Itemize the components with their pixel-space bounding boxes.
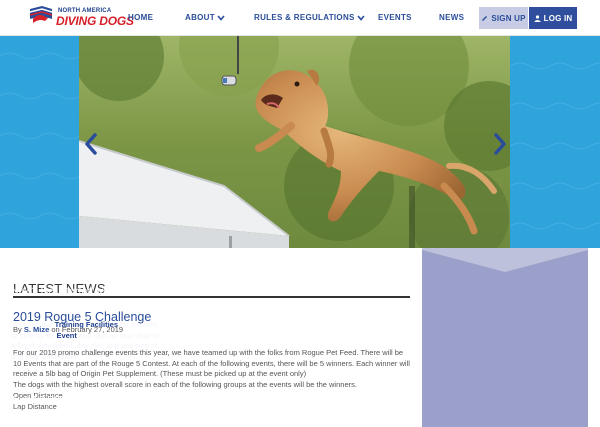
pencil-icon	[482, 15, 488, 21]
nav-rules-label: RULES & REGULATIONS	[254, 13, 355, 22]
post-paragraph: The dogs with the highest overall score …	[13, 380, 357, 390]
sidebar-notch	[422, 248, 588, 272]
get-started-heading: New? Get Started with North America Divi…	[11, 285, 142, 310]
member-portal-heading: Join NADD and Enjoy the Perks of our Mem…	[11, 394, 157, 419]
training-facilities-link[interactable]: Training Facilities	[55, 320, 118, 329]
chevron-down-icon	[357, 15, 365, 21]
nav-news[interactable]: NEWS	[439, 13, 464, 22]
chevron-left-icon[interactable]	[83, 132, 99, 156]
user-icon	[534, 14, 541, 22]
hero-photo	[79, 36, 510, 248]
signup-label: SIGN UP	[491, 13, 526, 23]
get-started-sidebar	[422, 248, 588, 427]
nav-about[interactable]: ABOUT	[185, 13, 225, 22]
get-started-text: Visit one our Training Facilities for le…	[11, 320, 161, 363]
top-navigation: NORTH AMERICA DIVING DOGS HOME ABOUT RUL…	[0, 0, 600, 36]
flag-icon	[29, 6, 53, 23]
hero-carousel	[0, 36, 600, 248]
login-label: LOG IN	[543, 13, 573, 23]
diving-dog-image	[79, 36, 510, 248]
nav-rules[interactable]: RULES & REGULATIONS	[254, 13, 365, 22]
nadd-logo[interactable]: NORTH AMERICA DIVING DOGS	[28, 3, 134, 33]
nav-home[interactable]: HOME	[128, 13, 153, 22]
chevron-right-icon[interactable]	[492, 132, 508, 156]
event-link[interactable]: Event	[56, 331, 76, 340]
nav-events[interactable]: EVENTS	[378, 13, 412, 22]
nav-about-label: ABOUT	[185, 13, 215, 22]
logo-line2: DIVING DOGS	[56, 14, 134, 28]
chevron-down-icon	[217, 15, 225, 21]
sidebar-text: Visit one our	[11, 320, 53, 329]
login-button[interactable]: LOG IN	[529, 7, 577, 29]
signup-button[interactable]: SIGN UP	[479, 7, 528, 29]
